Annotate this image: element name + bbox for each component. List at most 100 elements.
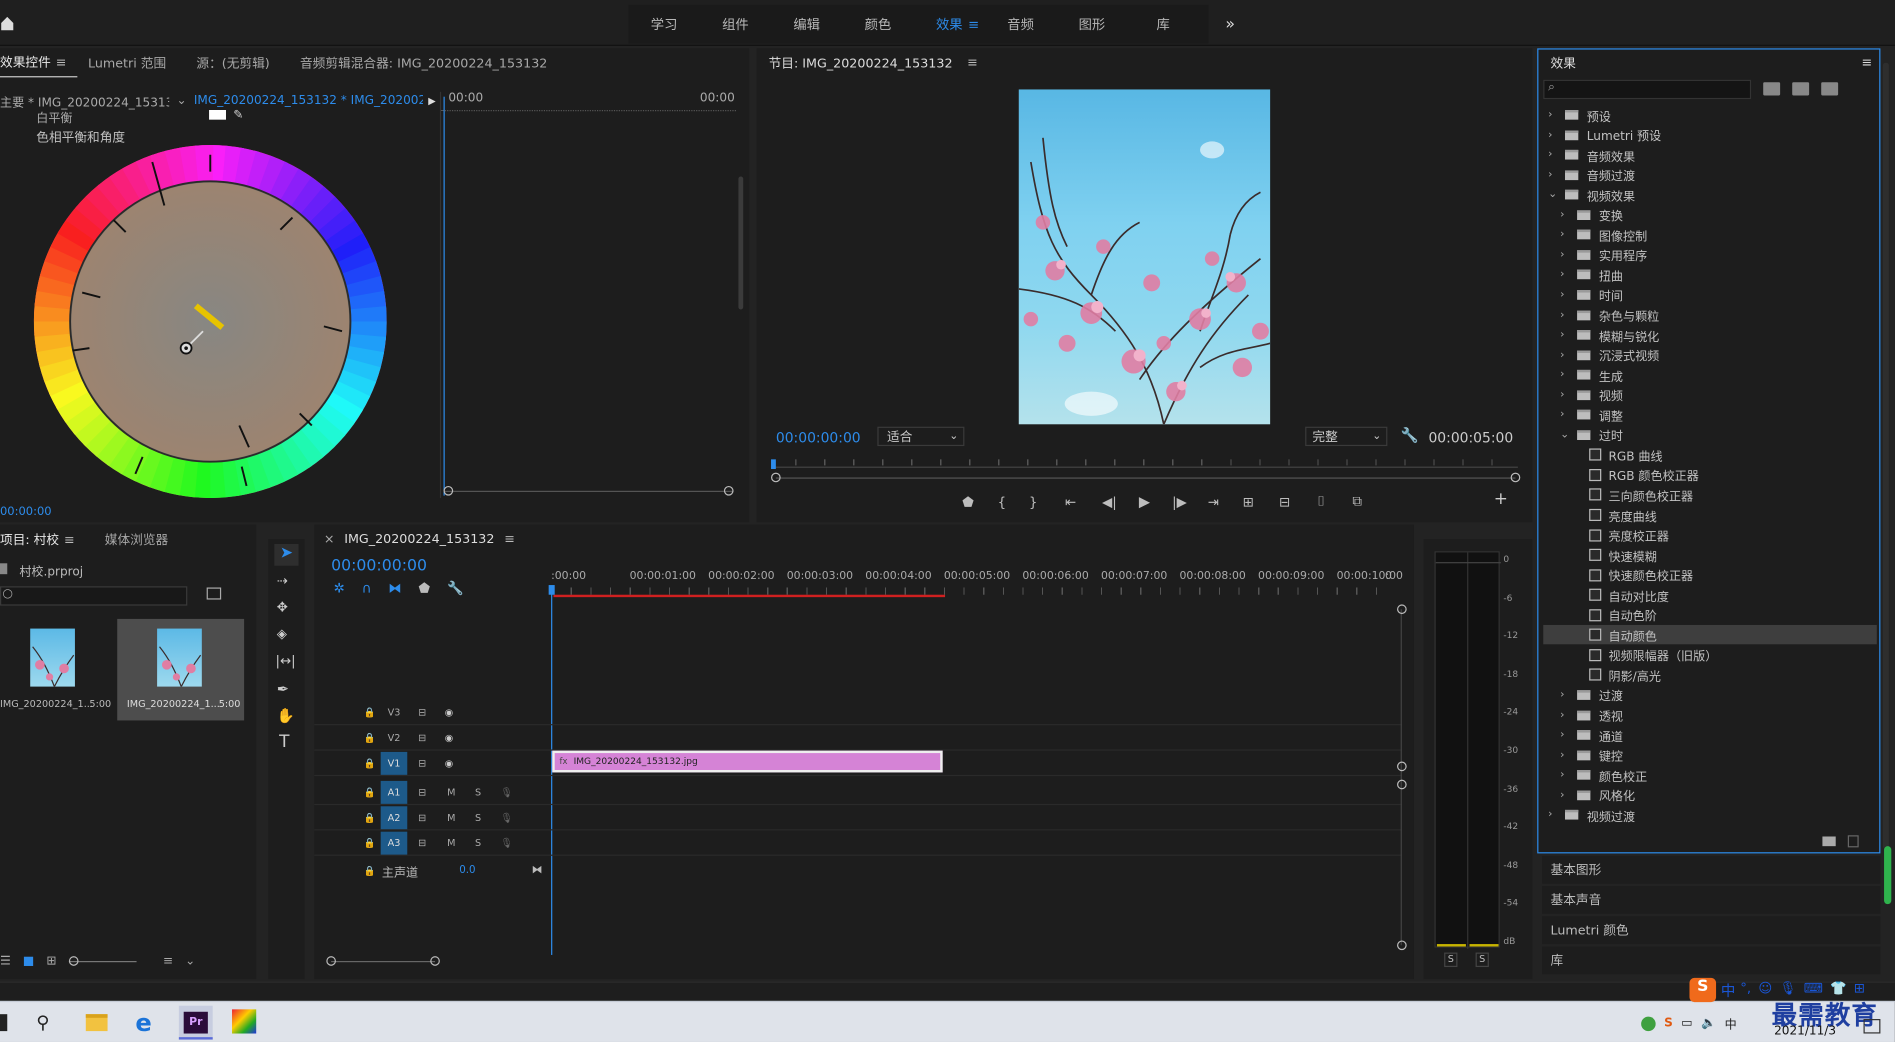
ime-indicator-icon[interactable]: 中	[1725, 1014, 1737, 1032]
timecode[interactable]: 00:00:00	[0, 505, 52, 518]
zoom-handle-left[interactable]	[326, 956, 336, 966]
chevron-right-icon[interactable]: ›	[1548, 169, 1552, 181]
track-target[interactable]: V3	[381, 707, 408, 719]
tray-sogou-icon[interactable]: S	[1664, 1017, 1673, 1030]
eye-icon[interactable]: ◉	[445, 733, 453, 744]
lock-icon[interactable]: 🔒	[364, 733, 376, 744]
track-target[interactable]: A3	[380, 831, 408, 855]
compare-view-icon[interactable]: ⧉	[1339, 493, 1375, 510]
hue-color-wheel[interactable]	[33, 145, 387, 499]
play-icon[interactable]: ▶	[1126, 493, 1162, 510]
effect-folder[interactable]: › 颜色校正	[1543, 765, 1877, 784]
mark-in-icon[interactable]: {	[986, 494, 1017, 510]
scroll-handle-mid[interactable]	[1397, 761, 1407, 772]
add-marker-icon[interactable]: ⬟	[418, 580, 430, 596]
chevron-right-icon[interactable]: ›	[1560, 749, 1564, 761]
wrench-icon[interactable]: 🔧	[1401, 427, 1419, 444]
effect-folder[interactable]: › 模糊与锐化	[1543, 325, 1877, 344]
pen-tool-icon[interactable]: ✒	[277, 681, 289, 698]
tab-sequence[interactable]: IMG_20200224_153132	[344, 532, 494, 547]
chevron-right-icon[interactable]: ›	[1548, 109, 1552, 121]
effect-folder[interactable]: › 调整	[1543, 405, 1877, 424]
collapsed-panel[interactable]: Lumetri 颜色	[1542, 916, 1881, 945]
lock-icon[interactable]: 🔒	[364, 812, 376, 823]
ripple-edit-tool-icon[interactable]: ✥	[277, 600, 288, 616]
track-target[interactable]: V1	[380, 751, 408, 775]
effect-item[interactable]: RGB 曲线	[1543, 445, 1877, 464]
notification-icon[interactable]	[1863, 1019, 1881, 1034]
snap-magnet-icon[interactable]: ∩	[362, 580, 372, 596]
start-button-icon[interactable]	[0, 1014, 8, 1032]
tab-lumetri-scopes[interactable]: Lumetri 范围	[77, 54, 177, 72]
effect-folder[interactable]: › 音频过渡	[1543, 165, 1877, 184]
scrub-bar[interactable]	[771, 459, 1518, 476]
master-clip-label[interactable]: 主要 * IMG_20200224_153132.jpg	[0, 91, 169, 109]
chevron-down-icon[interactable]: ⌄	[185, 954, 195, 967]
effect-item[interactable]: 视频限幅器（旧版）	[1543, 645, 1877, 664]
effect-item[interactable]: 自动颜色	[1543, 625, 1877, 645]
workspace-tab[interactable]: 组件	[700, 15, 771, 34]
effects-scrollbar-track[interactable]	[1882, 62, 1889, 849]
chevron-right-icon[interactable]: ›	[1560, 729, 1564, 741]
playhead-marker[interactable]	[771, 459, 776, 470]
chevron-right-icon[interactable]: ›	[1548, 149, 1552, 161]
keyboard-icon[interactable]: ⌨	[1804, 980, 1823, 996]
project-search-input[interactable]: ○	[0, 586, 188, 606]
effect-folder[interactable]: ⌄ 过时	[1543, 425, 1877, 444]
mute-button[interactable]: M	[447, 838, 455, 849]
zoom-handle-left[interactable]	[771, 472, 781, 483]
chevron-down-icon[interactable]: ⌄	[176, 94, 186, 107]
effect-folder[interactable]: › 音频效果	[1543, 145, 1877, 164]
workspace-tab[interactable]: 学习	[628, 15, 699, 34]
effect-item[interactable]: 阴影/高光	[1543, 665, 1877, 684]
double-chevron-right-icon[interactable]: »	[1225, 16, 1235, 34]
home-icon[interactable]	[0, 15, 15, 32]
new-bin-icon[interactable]	[1822, 836, 1836, 847]
skin-icon[interactable]: 👕	[1830, 980, 1847, 996]
mark-out-icon[interactable]: }	[1018, 494, 1049, 510]
new-bin-icon[interactable]	[206, 587, 222, 600]
effect-item[interactable]: 亮度校正器	[1543, 525, 1877, 544]
scrollbar[interactable]	[738, 176, 744, 310]
workspace-tab[interactable]: 颜色	[842, 15, 913, 34]
effects-search-input[interactable]: ⌕	[1543, 79, 1752, 100]
horizontal-zoom-bar[interactable]	[331, 960, 436, 963]
chevron-right-icon[interactable]: ›	[1560, 269, 1564, 281]
solo-button[interactable]: S	[475, 787, 481, 798]
yuv-effects-icon[interactable]	[1821, 82, 1839, 96]
microphone-icon[interactable]: 🎙	[500, 838, 512, 849]
lock-icon[interactable]: 🔒	[364, 865, 376, 876]
microphone-icon[interactable]: 🎙	[1779, 980, 1796, 996]
effect-folder[interactable]: › 视频过渡	[1543, 805, 1877, 824]
track-target[interactable]: V2	[381, 733, 408, 745]
toggle-sync-icon[interactable]: ⊟	[418, 707, 426, 718]
v1-clip[interactable]: fx IMG_20200224_153132.jpg	[552, 750, 943, 773]
work-area-bar[interactable]	[553, 594, 946, 598]
extract-icon[interactable]: ⊟	[1267, 494, 1303, 510]
vertical-scrollbar[interactable]	[1397, 604, 1407, 955]
chevron-right-icon[interactable]: ›	[1560, 289, 1564, 301]
microphone-icon[interactable]: 🎙	[500, 812, 512, 823]
chevron-right-icon[interactable]: ›	[1548, 129, 1552, 141]
lock-icon[interactable]: 🔒	[364, 758, 376, 769]
track-target[interactable]: A1	[380, 780, 408, 804]
go-to-end-icon[interactable]: ⧓	[532, 864, 543, 876]
zoom-handle-left[interactable]	[443, 485, 454, 496]
effect-item[interactable]: 三向颜色校正器	[1543, 485, 1877, 504]
toggle-sync-icon[interactable]: ⊟	[418, 758, 426, 769]
microphone-icon[interactable]: 🎙	[500, 787, 512, 798]
effect-folder[interactable]: › 时间	[1543, 285, 1877, 304]
razor-tool-icon[interactable]: ◈	[277, 626, 287, 642]
chevron-down-icon[interactable]: ⌄	[1548, 189, 1557, 201]
zoom-bar[interactable]	[443, 490, 734, 492]
step-back-icon[interactable]: ◀|	[1092, 494, 1126, 510]
chevron-right-icon[interactable]: ›	[1548, 809, 1552, 821]
chevron-right-icon[interactable]: ›	[1560, 689, 1564, 701]
sogou-input-icon[interactable]: S	[1689, 977, 1717, 1003]
toggle-sync-icon[interactable]: ⊟	[418, 733, 426, 744]
program-timecode[interactable]: 00:00:00:00	[776, 429, 861, 446]
slip-tool-icon[interactable]: |↔|	[276, 653, 296, 669]
list-view-icon[interactable]: ☰	[0, 954, 11, 967]
close-icon[interactable]: ×	[324, 532, 335, 547]
play-triangle-icon[interactable]: ▶	[428, 95, 435, 106]
